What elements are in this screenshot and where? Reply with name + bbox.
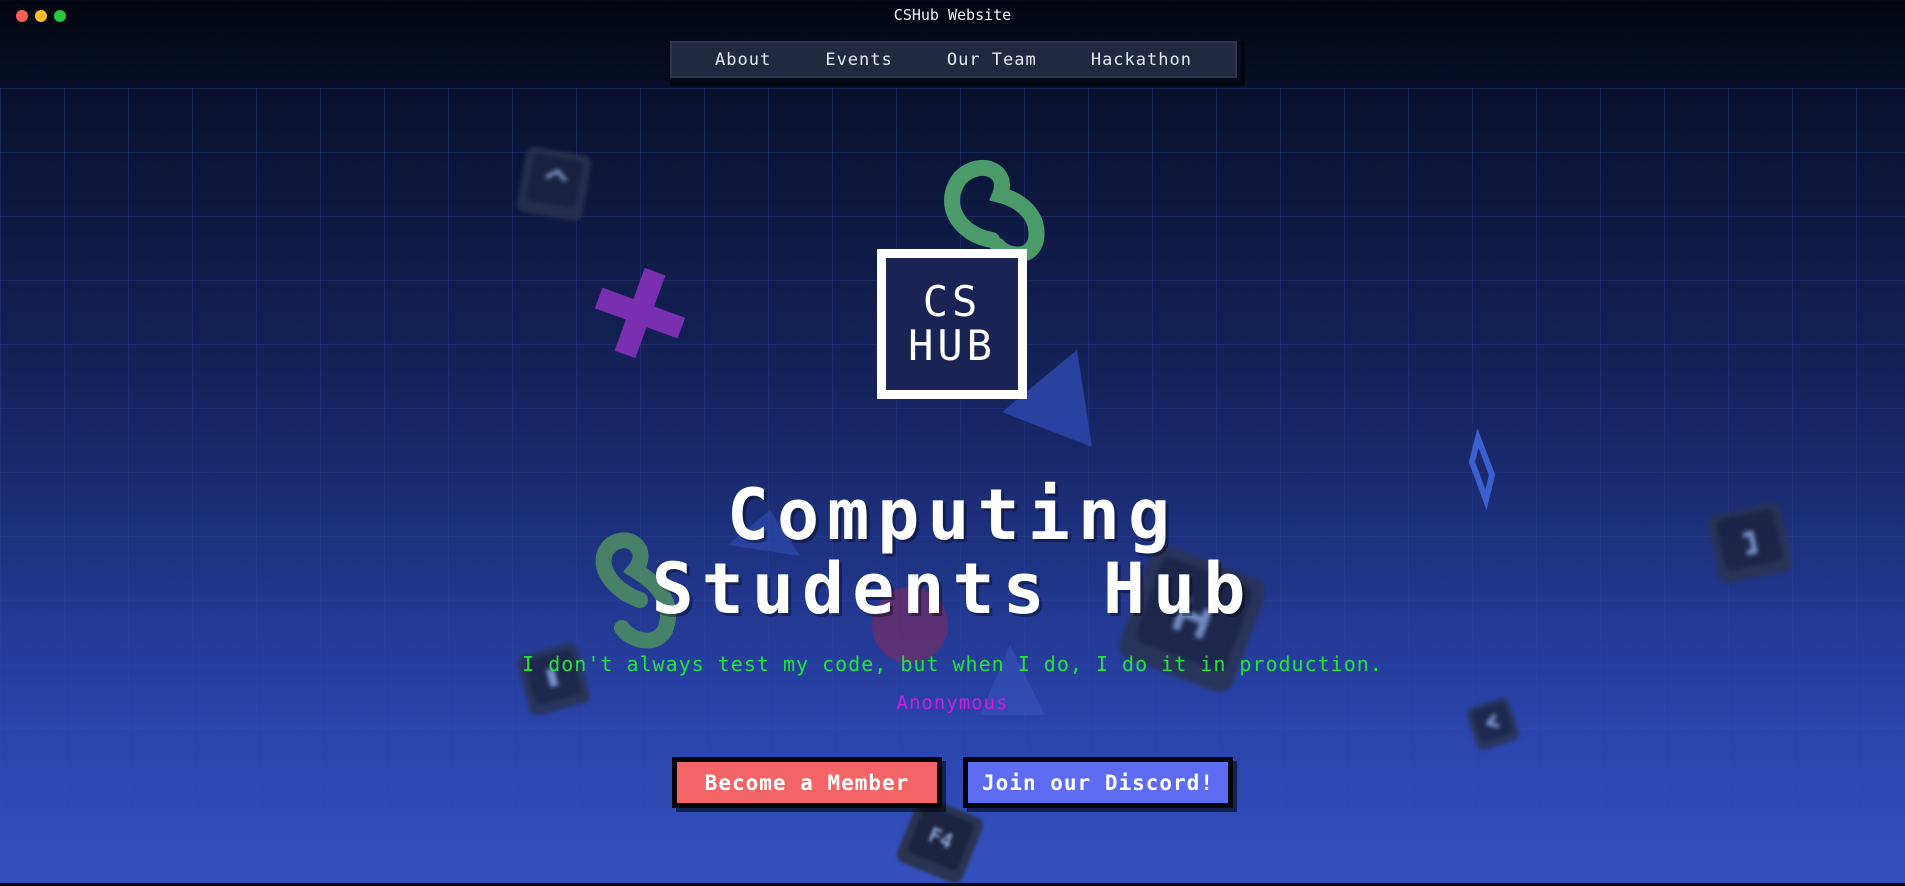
page-title-line-1: Computing	[726, 474, 1179, 556]
logo-line-2: HUB	[908, 321, 996, 370]
nav-item-about[interactable]: About	[715, 50, 771, 70]
join-discord-button[interactable]: Join our Discord!	[963, 757, 1233, 808]
purple-cross-shape	[594, 267, 686, 359]
become-member-button[interactable]: Become a Member	[672, 757, 942, 808]
nav-item-events[interactable]: Events	[825, 50, 892, 70]
quote-author: Anonymous	[896, 692, 1009, 714]
decorative-shapes	[594, 160, 1496, 715]
cshub-logo: CS HUB	[877, 249, 1027, 399]
logo-line-1: CS	[922, 277, 982, 326]
page-title-line-2: Students Hub	[651, 548, 1254, 630]
nav-item-our-team[interactable]: Our Team	[947, 50, 1037, 70]
main-nav: About Events Our Team Hackathon	[666, 37, 1241, 82]
nav-item-hackathon[interactable]: Hackathon	[1091, 50, 1192, 70]
hero-quote: I don't always test my code, but when I …	[522, 652, 1383, 676]
page-title: Computing Students Hub	[0, 478, 1905, 626]
keycap-icon	[517, 146, 592, 221]
green-squiggle-shape	[944, 160, 1045, 263]
